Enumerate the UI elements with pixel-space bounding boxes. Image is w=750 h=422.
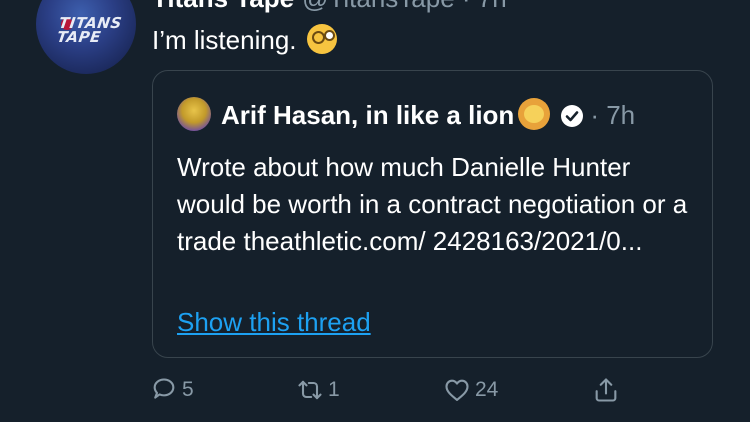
tweet-actions-bar: 5 1 24 [0,370,750,410]
tweet-header: Titans Tape @TitansTape · 7h [152,0,507,14]
author-name[interactable]: Titans Tape [152,0,294,13]
author-avatar[interactable]: TITANS TAPE [36,0,136,74]
heart-icon [445,379,469,401]
author-handle[interactable]: @TitansTape · 7h [302,0,507,13]
monocle-face-emoji-icon [306,24,337,54]
verified-badge-icon [561,105,584,127]
avatar-logo-text: TITANS TAPE [55,14,124,46]
tweet-text: I’m listening. [152,24,337,56]
retweet-icon [298,380,322,400]
reply-icon [153,378,175,399]
reply-button[interactable]: 5 [150,370,194,410]
show-thread-link[interactable]: Show this thread [177,307,371,338]
quoted-author-avatar[interactable] [177,97,211,131]
reply-count: 5 [182,378,194,401]
lion-face-emoji-icon [518,98,551,130]
quoted-author-name[interactable]: Arif Hasan, in like a lion [221,100,514,130]
quoted-time[interactable]: · 7h [590,100,635,130]
share-icon [595,378,617,402]
retweet-button[interactable]: 1 [296,370,340,410]
quoted-author-line: Arif Hasan, in like a lion · 7h [221,98,635,131]
quoted-tweet-card[interactable]: Arif Hasan, in like a lion · 7h Wrote ab… [152,70,713,358]
like-count: 24 [475,378,499,401]
like-button[interactable]: 24 [443,370,498,410]
retweet-count: 1 [328,378,340,401]
share-button[interactable] [592,370,620,410]
quoted-tweet-body: Wrote about how much Danielle Hunter wou… [177,152,688,256]
tweet-text-content: I’m listening. [152,25,297,55]
